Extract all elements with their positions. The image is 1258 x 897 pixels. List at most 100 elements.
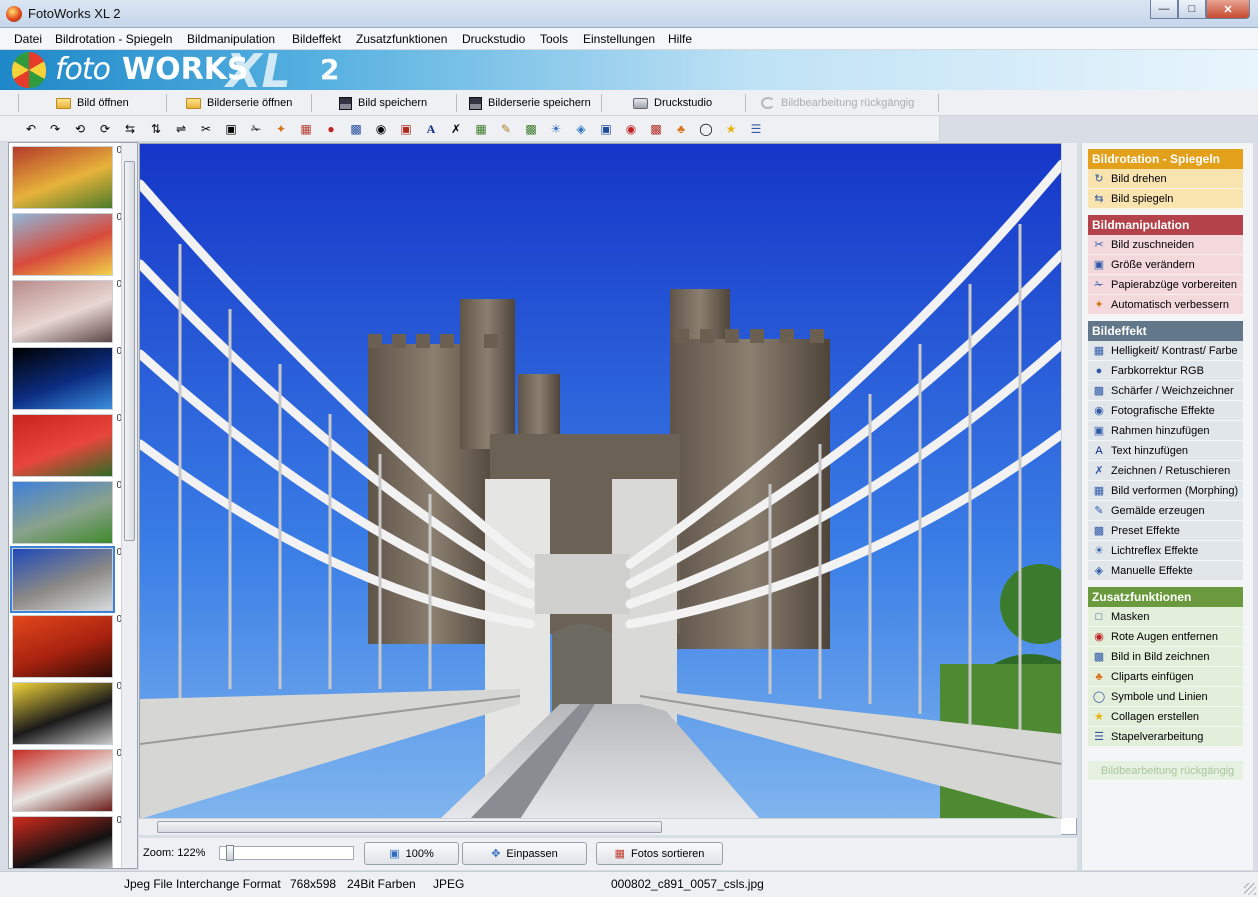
picture-in-picture-icon[interactable]: ▩ <box>647 120 665 138</box>
thumbnail-red-car[interactable]: 0 <box>12 815 122 868</box>
panel-item[interactable]: ✦ Automatisch verbessern <box>1088 295 1243 315</box>
open-series-button[interactable]: Bilderserie öffnen <box>180 93 298 113</box>
batch-icon[interactable]: ☰ <box>747 120 765 138</box>
zoom-100-button[interactable]: ▣ 100% <box>364 842 459 865</box>
panel-item[interactable]: ↻ Bild drehen <box>1088 169 1243 189</box>
thumbnail-strawberries[interactable]: 0 <box>12 413 122 477</box>
thumbnail-scroll-thumb[interactable] <box>124 161 135 541</box>
thumbnail-bridge-castle[interactable]: 0 <box>10 546 122 613</box>
magic-wand-icon[interactable]: ✦ <box>272 120 290 138</box>
panel-item[interactable]: ▩ Schärfer / Weichzeichner <box>1088 381 1243 401</box>
rotate-cw-icon[interactable]: ⟳ <box>96 120 114 138</box>
thumbnail-scrollbar[interactable] <box>121 143 137 868</box>
levels-icon[interactable]: ▦ <box>297 120 315 138</box>
camera-icon[interactable]: ◉ <box>372 120 390 138</box>
lens-flare-icon[interactable]: ☀ <box>547 120 565 138</box>
panel-item[interactable]: ✂ Bild zuschneiden <box>1088 235 1243 255</box>
panel-item[interactable]: ☰ Stapelverarbeitung <box>1088 727 1243 747</box>
clipart-icon[interactable]: ♣ <box>672 120 690 138</box>
paint-icon[interactable]: ✎ <box>497 120 515 138</box>
thumbnail-yellow-car[interactable]: 0 <box>12 681 122 745</box>
menu-bildrotation[interactable]: Bildrotation - Spiegeln <box>55 32 172 46</box>
save-series-button[interactable]: Bilderserie speichern <box>463 93 597 113</box>
square-icon[interactable]: ▣ <box>597 120 615 138</box>
thumbnail-conference-room[interactable]: 0 <box>12 279 122 343</box>
thumbnail-fruits[interactable]: 0 <box>12 145 122 209</box>
thumbnail-car-interior[interactable]: 0 <box>12 748 122 812</box>
panel-item[interactable]: ✗ Zeichnen / Retuschieren <box>1088 461 1243 481</box>
panel-item[interactable]: ◉ Rote Augen entfernen <box>1088 627 1243 647</box>
flip-icon[interactable]: ⇌ <box>172 120 190 138</box>
panel-item[interactable]: ▣ Größe verändern <box>1088 255 1243 275</box>
frame-icon[interactable]: ▣ <box>397 120 415 138</box>
menu-datei[interactable]: Datei <box>14 32 42 46</box>
draw-icon[interactable]: ✗ <box>447 120 465 138</box>
thumbnail-strip[interactable]: 00000000000 <box>8 142 138 869</box>
panel-item[interactable]: ◯ Symbole und Linien <box>1088 687 1243 707</box>
star-icon[interactable]: ★ <box>722 120 740 138</box>
image-horizontal-scrollbar[interactable] <box>139 818 1061 835</box>
maximize-button[interactable]: □ <box>1178 0 1206 19</box>
rotate-right-icon[interactable]: ↷ <box>46 120 64 138</box>
panel-undo-button[interactable]: Bildbearbeitung rückgängig <box>1088 761 1243 781</box>
menu-bildmanipulation[interactable]: Bildmanipulation <box>187 32 275 46</box>
symbols-icon[interactable]: ◯ <box>697 120 715 138</box>
rotate-left-icon[interactable]: ↶ <box>22 120 40 138</box>
panel-item[interactable]: ⇆ Bild spiegeln <box>1088 189 1243 209</box>
menu-druckstudio[interactable]: Druckstudio <box>462 32 525 46</box>
flip-vertical-icon[interactable]: ⇅ <box>147 120 165 138</box>
sharpen-icon[interactable]: ▩ <box>347 120 365 138</box>
image-scroll-thumb[interactable] <box>157 821 662 833</box>
manual-effect-icon[interactable]: ◈ <box>572 120 590 138</box>
save-image-button[interactable]: Bild speichern <box>333 93 433 113</box>
red-eye-icon[interactable]: ◉ <box>622 120 640 138</box>
fit-button[interactable]: ✥ Einpassen <box>462 842 587 865</box>
panel-item[interactable]: ◈ Manuelle Effekte <box>1088 561 1243 581</box>
thumbnail-paints[interactable]: 0 <box>12 212 122 276</box>
menu-hilfe[interactable]: Hilfe <box>668 32 692 46</box>
panel-item[interactable]: ▩ Bild in Bild zeichnen <box>1088 647 1243 667</box>
zoom-slider-knob[interactable] <box>226 845 234 861</box>
panel-item[interactable]: ◉ Fotografische Effekte <box>1088 401 1243 421</box>
scissors-icon[interactable]: ✂ <box>197 120 215 138</box>
image-viewer[interactable] <box>139 143 1077 835</box>
menu-einstellungen[interactable]: Einstellungen <box>583 32 655 46</box>
panel-item[interactable]: ▦ Helligkeit/ Kontrast/ Farbe <box>1088 341 1243 361</box>
thumbnail-earth-moon[interactable]: 0 <box>12 346 122 410</box>
close-button[interactable]: ✕ <box>1206 0 1250 19</box>
crop-icon[interactable]: ✁ <box>247 120 265 138</box>
morph-icon[interactable]: ▦ <box>472 120 490 138</box>
open-image-button[interactable]: Bild öffnen <box>50 93 135 113</box>
panel-item[interactable]: ✁ Papierabzüge vorbereiten <box>1088 275 1243 295</box>
menu-tools[interactable]: Tools <box>540 32 568 46</box>
menu-zusatzfunktionen[interactable]: Zusatzfunktionen <box>356 32 447 46</box>
panel-item[interactable]: ▣ Rahmen hinzufügen <box>1088 421 1243 441</box>
text-icon[interactable]: A <box>422 120 440 138</box>
panel-item[interactable]: ▦ Bild verformen (Morphing) <box>1088 481 1243 501</box>
minimize-button[interactable]: — <box>1150 0 1178 19</box>
panel-item[interactable]: ▩ Preset Effekte <box>1088 521 1243 541</box>
sort-photos-button[interactable]: ▦ Fotos sortieren <box>596 842 723 865</box>
panel-item[interactable]: ● Farbkorrektur RGB <box>1088 361 1243 381</box>
thumbnail-airplane-sunset[interactable]: 0 <box>12 614 122 678</box>
thumbnail-castle-blue[interactable]: 0 <box>12 480 122 544</box>
rotate-ccw-icon[interactable]: ⟲ <box>71 120 89 138</box>
image-vertical-scrollbar[interactable] <box>1061 143 1077 818</box>
flip-horizontal-icon[interactable]: ⇆ <box>121 120 139 138</box>
rgb-icon[interactable]: ● <box>322 120 340 138</box>
menu-bar: Datei Bildrotation - Spiegeln Bildmanipu… <box>0 28 1258 50</box>
print-studio-button[interactable]: Druckstudio <box>627 93 718 113</box>
panel-item[interactable]: ★ Collagen erstellen <box>1088 707 1243 727</box>
panel-item[interactable]: ♣ Cliparts einfügen <box>1088 667 1243 687</box>
panel-item[interactable]: □ Masken <box>1088 607 1243 627</box>
panel-item[interactable]: ☀ Lichtreflex Effekte <box>1088 541 1243 561</box>
panel-item[interactable]: ✎ Gemälde erzeugen <box>1088 501 1243 521</box>
undo-button[interactable]: Bildbearbeitung rückgängig <box>755 93 920 113</box>
panel-item[interactable]: A Text hinzufügen <box>1088 441 1243 461</box>
menu-bildeffekt[interactable]: Bildeffekt <box>292 32 341 46</box>
resize-grip[interactable] <box>1244 883 1256 895</box>
zoom-slider[interactable] <box>219 845 354 861</box>
resize-icon[interactable]: ▣ <box>222 120 240 138</box>
move-icon: ✥ <box>491 848 501 860</box>
preset-icon[interactable]: ▩ <box>522 120 540 138</box>
